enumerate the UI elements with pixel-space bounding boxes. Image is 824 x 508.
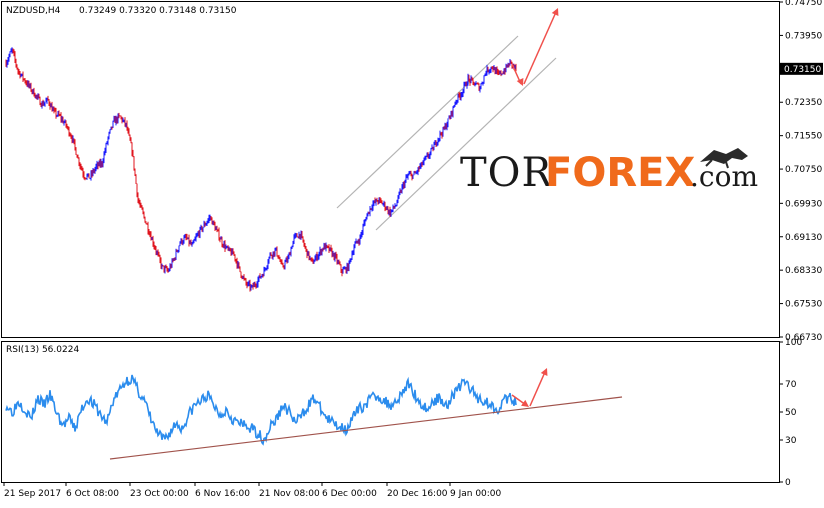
time-axis-label: 6 Nov 16:00	[195, 489, 250, 499]
rsi-axis-label: 70	[785, 380, 797, 390]
rsi-axis-label: 50	[785, 408, 797, 418]
rsi-header: RSI(13) 56.0224	[6, 345, 79, 355]
logo-part-tor: TOR	[460, 150, 553, 196]
logo-part-com: .com	[690, 160, 758, 193]
price-axis-label: 0.72350	[785, 98, 822, 108]
torforex-logo: TOR FOREX .com	[460, 148, 758, 196]
price-axis-label: 0.69130	[785, 233, 822, 243]
rsi-axis-label: 30	[785, 436, 797, 446]
current-price-label: 0.73150	[784, 65, 821, 75]
price-axis-label: 0.67530	[785, 300, 822, 310]
rsi-panel-frame	[1, 341, 780, 483]
time-axis-label: 9 Jan 00:00	[450, 489, 502, 499]
price-axis-label: 0.68330	[785, 266, 822, 276]
price-axis-label: 0.74750	[785, 0, 822, 8]
time-axis-label: 6 Dec 00:00	[322, 489, 377, 499]
chart-ohlc: 0.73249 0.73320 0.73148 0.73150	[79, 6, 237, 16]
chart-svg: TOR FOREX .com NZDUSD,H4 0.73249 0.73320…	[1, 0, 823, 499]
chart-symbol: NZDUSD,H4	[6, 6, 61, 16]
time-axis-label: 6 Oct 08:00	[66, 489, 119, 499]
chart-window: TOR FOREX .com NZDUSD,H4 0.73249 0.73320…	[0, 0, 824, 504]
time-axis-label: 21 Sep 2017	[4, 489, 61, 499]
price-axis-label: 0.69930	[785, 199, 822, 209]
time-axis-label: 21 Nov 08:00	[259, 489, 320, 499]
rsi-axis-label: 0	[785, 478, 791, 488]
time-axis-label: 23 Oct 00:00	[130, 489, 189, 499]
price-axis-label: 0.70750	[785, 165, 822, 175]
rsi-axis-label: 100	[785, 338, 802, 348]
time-axis-label: 20 Dec 16:00	[387, 489, 448, 499]
price-axis-label: 0.73950	[785, 31, 822, 41]
price-axis-label: 0.71550	[785, 132, 822, 142]
logo-part-forex: FOREX	[545, 150, 695, 196]
